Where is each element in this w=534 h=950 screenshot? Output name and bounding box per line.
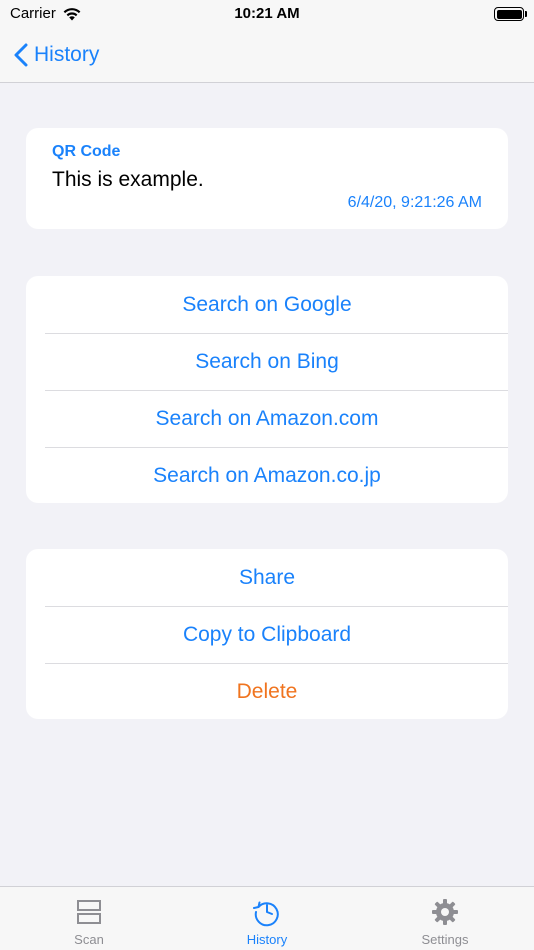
copy-to-clipboard-button[interactable]: Copy to Clipboard [26, 606, 508, 663]
status-bar: Carrier 10:21 AM [0, 0, 534, 30]
navigation-bar: History [0, 30, 534, 83]
battery-icon [494, 7, 527, 21]
gear-icon [432, 899, 458, 925]
scan-result-card: QR Code This is example. 6/4/20, 9:21:26… [26, 128, 508, 229]
delete-button[interactable]: Delete [26, 663, 508, 719]
tab-bar: Scan History Settings [0, 886, 534, 950]
back-button-label: History [34, 43, 100, 66]
search-bing-button[interactable]: Search on Bing [26, 333, 508, 390]
tab-history[interactable]: History [178, 887, 356, 950]
history-icon [253, 901, 279, 927]
search-google-button[interactable]: Search on Google [26, 276, 508, 333]
result-timestamp: 6/4/20, 9:21:26 AM [347, 194, 482, 211]
tab-settings-label: Settings [421, 932, 469, 947]
tab-scan[interactable]: Scan [0, 887, 178, 950]
screen: Carrier 10:21 AM History QR Code This is… [0, 0, 534, 950]
tab-settings[interactable]: Settings [356, 887, 534, 950]
search-amazon-co-jp-button[interactable]: Search on Amazon.co.jp [26, 447, 508, 503]
tab-scan-label: Scan [74, 932, 104, 947]
scan-icon [77, 900, 101, 924]
share-button[interactable]: Share [26, 549, 508, 606]
search-amazon-com-button[interactable]: Search on Amazon.com [26, 390, 508, 447]
chevron-left-icon [14, 43, 28, 67]
result-text: This is example. [52, 168, 204, 191]
search-actions-group: Search on Google Search on Bing Search o… [26, 276, 508, 503]
status-time: 10:21 AM [234, 5, 300, 22]
item-actions-group: Share Copy to Clipboard Delete [26, 549, 508, 719]
tab-history-label: History [246, 932, 288, 947]
back-button[interactable]: History [14, 40, 99, 70]
result-type-label: QR Code [52, 143, 121, 160]
